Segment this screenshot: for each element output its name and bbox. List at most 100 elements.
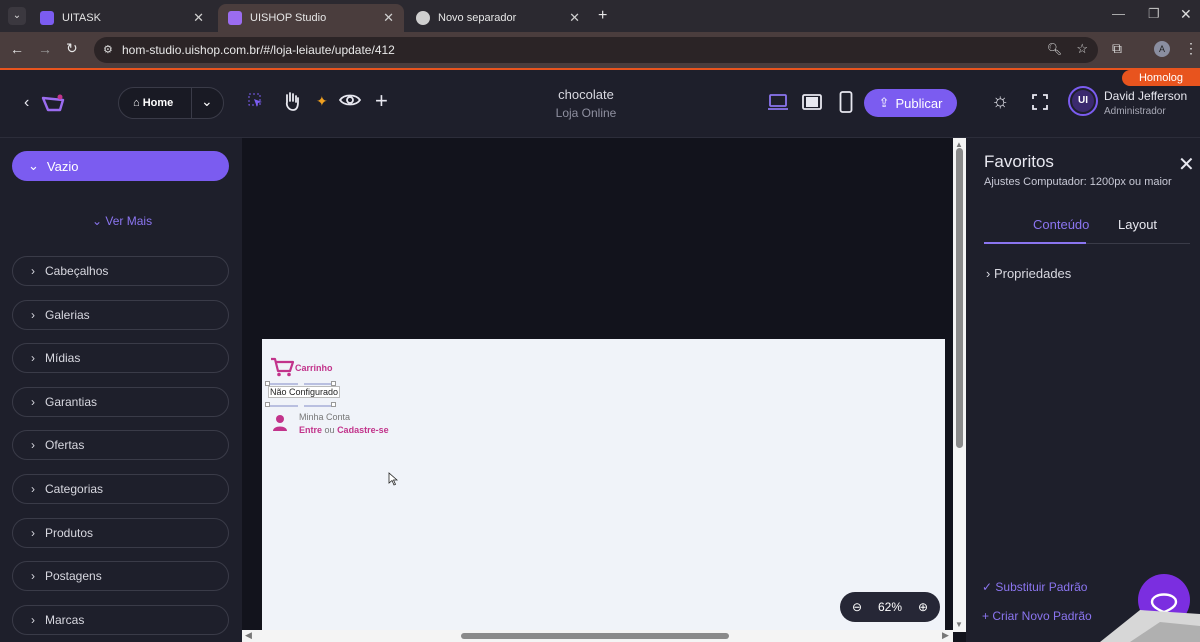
tablet-view-icon[interactable] — [802, 94, 822, 110]
bookmark-star-icon[interactable]: ☆ — [1076, 41, 1088, 57]
home-label: Home — [142, 97, 174, 109]
create-default-label: Criar Novo Padrão — [992, 609, 1092, 623]
properties-panel — [966, 138, 1200, 642]
sidebar-item-postagens[interactable]: › Postagens — [12, 561, 229, 591]
chevron-down-icon[interactable]: ⌄ — [201, 93, 213, 110]
minimize-icon[interactable]: — — [1112, 6, 1125, 21]
tab-uitask[interactable]: UITASK ✕ — [30, 4, 214, 32]
back-chevron-icon[interactable]: ‹ — [24, 94, 29, 112]
sidebar-item-galerias[interactable]: › Galerias — [12, 300, 229, 330]
replace-default-button[interactable]: ✓ Substituir Padrão — [982, 580, 1087, 594]
sidebar-item-midias[interactable]: › Mídias — [12, 343, 229, 373]
selection-bar — [268, 383, 298, 385]
desktop-view-icon[interactable] — [767, 94, 789, 111]
scroll-left-icon[interactable]: ◀ — [245, 630, 252, 641]
theme-sun-icon[interactable]: ☼ — [991, 90, 1009, 113]
panel-title: Favoritos — [984, 152, 1054, 171]
user-icon — [273, 415, 287, 431]
login-link[interactable]: Entre — [299, 425, 322, 435]
mouse-cursor-icon — [388, 472, 398, 486]
sidebar-item-categorias[interactable]: › Categorias — [12, 474, 229, 504]
plus-icon: + — [982, 609, 993, 623]
zoom-in-icon[interactable]: ⊕ — [918, 600, 928, 614]
fullscreen-icon[interactable] — [1032, 94, 1048, 110]
scroll-up-icon[interactable]: ▲ — [955, 140, 963, 149]
not-configured-label[interactable]: Não Configurado — [268, 386, 341, 398]
zoom-icon[interactable]: 🔍︎ — [1047, 42, 1062, 56]
home-icon: ⌂ — [133, 97, 143, 109]
selection-bar — [304, 383, 334, 385]
back-icon[interactable]: ← — [10, 41, 24, 57]
preview-eye-icon[interactable] — [339, 93, 361, 107]
store-subtitle: Loja Online — [555, 106, 617, 120]
store-title: chocolate — [558, 87, 614, 102]
chevron-down-icon: ⌄ — [92, 214, 106, 228]
window-close-icon[interactable]: ✕ — [1180, 6, 1192, 23]
uitask-favicon-icon — [40, 11, 54, 25]
tab-list-button[interactable]: ⌄ — [8, 7, 26, 25]
restore-icon[interactable]: ❐ — [1148, 6, 1160, 22]
profile-avatar[interactable]: A — [1154, 41, 1170, 57]
tab-label: UITASK — [62, 12, 101, 24]
add-icon[interactable]: + — [375, 88, 388, 114]
site-info-icon[interactable]: ⚙ — [103, 43, 113, 56]
scroll-right-icon[interactable]: ▶ — [942, 630, 949, 641]
chevron-right-icon: › — [31, 395, 35, 409]
select-cursor-icon[interactable] — [248, 93, 264, 109]
scroll-down-icon[interactable]: ▼ — [955, 620, 963, 629]
resize-handle[interactable] — [265, 402, 270, 407]
sidebar-item-label: Mídias — [45, 351, 81, 365]
check-icon: ✓ — [982, 580, 996, 594]
forward-icon[interactable]: → — [38, 41, 52, 57]
group-vazio-button[interactable]: ⌄ Vazio — [12, 151, 229, 181]
chevron-right-icon: › — [31, 438, 35, 452]
publish-button[interactable]: ⇪ Publicar — [864, 89, 957, 117]
sparkle-icon[interactable]: ✦ — [316, 93, 328, 110]
tab-new[interactable]: Novo separador ✕ — [406, 4, 590, 32]
zoom-control: ⊖ 62% ⊕ — [840, 592, 940, 622]
close-icon[interactable]: ✕ — [193, 10, 204, 26]
vertical-scroll-thumb[interactable] — [956, 148, 963, 448]
browser-addressbar: ← → ↻ ⚙ hom-studio.uishop.com.br/#/loja-… — [0, 32, 1200, 68]
home-page-select[interactable]: ⌂ Home ⌄ — [118, 87, 224, 119]
selection-bar — [268, 405, 298, 407]
chrome-icon — [416, 11, 430, 25]
sidebar-item-garantias[interactable]: › Garantias — [12, 387, 229, 417]
tab-active-indicator — [984, 242, 1086, 244]
tab-uishop-studio[interactable]: UISHOP Studio ✕ — [218, 4, 404, 32]
hand-pan-icon[interactable] — [282, 90, 302, 112]
sidebar-item-cabecalhos[interactable]: › Cabeçalhos — [12, 256, 229, 286]
avatar-initials: UI — [1072, 90, 1094, 112]
mobile-view-icon[interactable] — [839, 91, 853, 113]
account-label: Minha Conta — [299, 412, 351, 422]
cart-label[interactable]: Carrinho — [295, 363, 333, 373]
menu-kebab-icon[interactable]: ⋮ — [1184, 40, 1198, 57]
sidebar-item-label: Produtos — [45, 526, 94, 540]
extensions-icon[interactable]: ⧉ — [1112, 40, 1122, 57]
reload-icon[interactable]: ↻ — [66, 40, 78, 57]
publish-label: Publicar — [895, 95, 943, 111]
tab-label: Novo separador — [438, 12, 517, 24]
avatar[interactable]: UI — [1068, 86, 1098, 116]
sidebar-item-ofertas[interactable]: › Ofertas — [12, 430, 229, 460]
close-icon[interactable]: ✕ — [1178, 152, 1195, 177]
replace-default-label: Substituir Padrão — [995, 580, 1088, 594]
close-icon[interactable]: ✕ — [383, 10, 394, 26]
ver-mais-link[interactable]: ⌄ Ver Mais — [92, 214, 152, 228]
tab-conteudo[interactable]: Conteúdo — [1033, 217, 1089, 232]
close-icon[interactable]: ✕ — [569, 10, 580, 26]
tab-layout[interactable]: Layout — [1118, 217, 1157, 232]
resize-handle[interactable] — [331, 402, 336, 407]
sidebar-item-produtos[interactable]: › Produtos — [12, 518, 229, 548]
panel-subtitle: Ajustes Computador: 1200px ou maior — [984, 176, 1172, 188]
sidebar-item-marcas[interactable]: › Marcas — [12, 605, 229, 635]
url-input[interactable]: ⚙ hom-studio.uishop.com.br/#/loja-leiaut… — [94, 37, 1098, 63]
chevron-right-icon: › — [31, 569, 35, 583]
horizontal-scroll-thumb[interactable] — [461, 633, 729, 639]
create-default-button[interactable]: + Criar Novo Padrão — [982, 609, 1092, 623]
upload-icon: ⇪ — [878, 95, 890, 110]
zoom-out-icon[interactable]: ⊖ — [852, 600, 862, 614]
signup-link[interactable]: Cadastre-se — [337, 425, 389, 435]
new-tab-icon[interactable]: + — [598, 7, 607, 25]
properties-section-toggle[interactable]: › Propriedades — [986, 266, 1071, 281]
